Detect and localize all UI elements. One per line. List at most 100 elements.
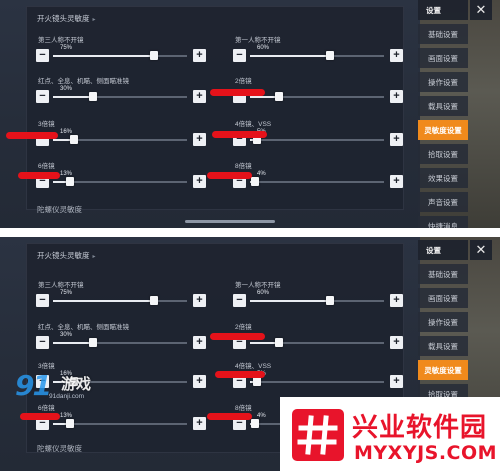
increase-button[interactable]: + — [193, 336, 206, 349]
sensitivity-slider[interactable] — [250, 338, 384, 347]
sidebar-item[interactable]: 画面设置 — [418, 288, 468, 308]
close-icon[interactable]: ✕ — [470, 240, 492, 260]
increase-button[interactable]: + — [390, 90, 403, 103]
sensitivity-slider[interactable] — [250, 92, 384, 101]
slider-thumb[interactable] — [66, 419, 75, 428]
slider-thumb[interactable] — [149, 296, 158, 305]
increase-button[interactable]: + — [193, 90, 206, 103]
increase-button[interactable]: + — [193, 294, 206, 307]
setting-value: 75% — [60, 45, 73, 51]
slider-fill — [250, 300, 331, 302]
sidebar-item[interactable]: 载具设置 — [418, 336, 468, 356]
increase-button[interactable]: + — [193, 375, 206, 388]
settings-title: 设置 — [418, 0, 468, 20]
sidebar-item[interactable]: 灵敏度设置 — [418, 120, 468, 140]
sensitivity-slider[interactable] — [53, 296, 187, 305]
sensitivity-slider[interactable] — [53, 177, 187, 186]
slider-thumb[interactable] — [70, 135, 79, 144]
sensitivity-slider[interactable] — [53, 92, 187, 101]
red-redaction-mark — [207, 172, 252, 179]
slider-thumb[interactable] — [251, 177, 260, 186]
sensitivity-slider[interactable] — [53, 51, 187, 60]
sensitivity-setting: 8倍镜4%−+ — [233, 160, 403, 188]
slider-fill — [53, 55, 154, 57]
close-icon[interactable]: ✕ — [470, 0, 492, 20]
increase-button[interactable]: + — [193, 417, 206, 430]
increase-button[interactable]: + — [390, 336, 403, 349]
red-redaction-mark — [215, 371, 265, 378]
slider-thumb[interactable] — [275, 338, 284, 347]
red-redaction-mark — [210, 333, 265, 340]
sidebar-item[interactable]: 基础设置 — [418, 264, 468, 284]
increase-button[interactable]: + — [390, 175, 403, 188]
slider-thumb[interactable] — [275, 92, 284, 101]
sidebar-item[interactable]: 拾取设置 — [418, 144, 468, 164]
sensitivity-setting: 3倍镜 16% − + — [36, 118, 206, 146]
setting-label: 4倍镜、VSS — [235, 121, 272, 128]
sidebar-item[interactable]: 基础设置 — [418, 24, 468, 44]
decrease-button[interactable]: − — [36, 336, 49, 349]
setting-label: 红点、全息、机瞄、侧面瞄准镜 — [38, 78, 129, 85]
red-redaction-mark — [210, 89, 265, 96]
increase-button[interactable]: + — [193, 133, 206, 146]
section-arrow-icon: ▸ — [92, 17, 96, 23]
sensitivity-slider[interactable] — [250, 377, 384, 386]
sensitivity-setting: 第一人称不开镜 60% − + — [233, 279, 403, 307]
slider-thumb[interactable] — [326, 51, 335, 60]
slider-thumb[interactable] — [89, 338, 98, 347]
setting-label: 6倍镜 — [38, 163, 55, 170]
slider-thumb[interactable] — [149, 51, 158, 60]
sidebar-item[interactable]: 载具设置 — [418, 96, 468, 116]
sensitivity-setting: 红点、全息、机瞄、侧面瞄准镜 30% − + — [36, 321, 206, 349]
increase-button[interactable]: + — [390, 375, 403, 388]
decrease-button[interactable]: − — [36, 49, 49, 62]
sensitivity-slider[interactable] — [250, 51, 384, 60]
setting-value: 60% — [257, 45, 270, 51]
increase-button[interactable]: + — [390, 133, 403, 146]
setting-label: 2倍镜 — [235, 324, 252, 331]
sensitivity-slider[interactable] — [250, 177, 384, 186]
sidebar-item[interactable]: 声音设置 — [418, 192, 468, 212]
slider-fill — [53, 342, 94, 344]
increase-button[interactable]: + — [193, 49, 206, 62]
sidebar-item[interactable]: 操作设置 — [418, 72, 468, 92]
decrease-button[interactable]: − — [233, 49, 246, 62]
slider-fill — [53, 96, 94, 98]
sensitivity-slider[interactable] — [53, 135, 187, 144]
sensitivity-setting: 第一人称不开镜 60% − + — [233, 34, 403, 62]
setting-label: 第三人称不开镜 — [38, 37, 84, 44]
sidebar-item[interactable]: 效果设置 — [418, 168, 468, 188]
slider-thumb[interactable] — [326, 296, 335, 305]
screenshot-top: 开火镜头灵敏度 ▸ 陀螺仪灵敏度 设置 基础设置 画面设置 操作设置 载具设置 灵敏度设置拾… — [0, 0, 500, 228]
slider-thumb[interactable] — [251, 419, 260, 428]
sensitivity-setting: 2倍镜 − + — [233, 75, 403, 103]
watermark-xingye-name: 兴业软件园 — [352, 413, 488, 443]
sidebar-item[interactable]: 快捷消息 — [418, 216, 468, 228]
setting-label: 红点、全息、机瞄、侧面瞄准镜 — [38, 324, 129, 331]
watermark-91-text: 游戏 — [61, 376, 92, 393]
increase-button[interactable]: + — [193, 175, 206, 188]
sensitivity-slider[interactable] — [53, 419, 187, 428]
sidebar-item[interactable]: 画面设置 — [418, 48, 468, 68]
increase-button[interactable]: + — [390, 294, 403, 307]
sensitivity-setting: 6倍镜 13% − + — [36, 160, 206, 188]
sidebar-item[interactable]: 操作设置 — [418, 312, 468, 332]
settings-title: 设置 — [418, 240, 468, 260]
sensitivity-setting: 第三人称不开镜 75% − + — [36, 34, 206, 62]
sensitivity-slider[interactable] — [53, 338, 187, 347]
scroll-indicator[interactable] — [185, 220, 275, 223]
decrease-button[interactable]: − — [36, 294, 49, 307]
setting-value: 30% — [60, 86, 73, 92]
setting-label: 8倍镜 — [235, 405, 252, 412]
slider-thumb[interactable] — [89, 92, 98, 101]
slider-thumb[interactable] — [252, 377, 261, 386]
increase-button[interactable]: + — [390, 49, 403, 62]
sensitivity-slider[interactable] — [250, 135, 384, 144]
slider-thumb[interactable] — [66, 177, 75, 186]
decrease-button[interactable]: − — [233, 294, 246, 307]
sidebar-item[interactable]: 灵敏度设置 — [418, 360, 468, 380]
decrease-button[interactable]: − — [36, 90, 49, 103]
setting-label: 3倍镜 — [38, 121, 55, 128]
sensitivity-slider[interactable] — [250, 296, 384, 305]
watermark-91-logo: 91 — [15, 369, 52, 402]
